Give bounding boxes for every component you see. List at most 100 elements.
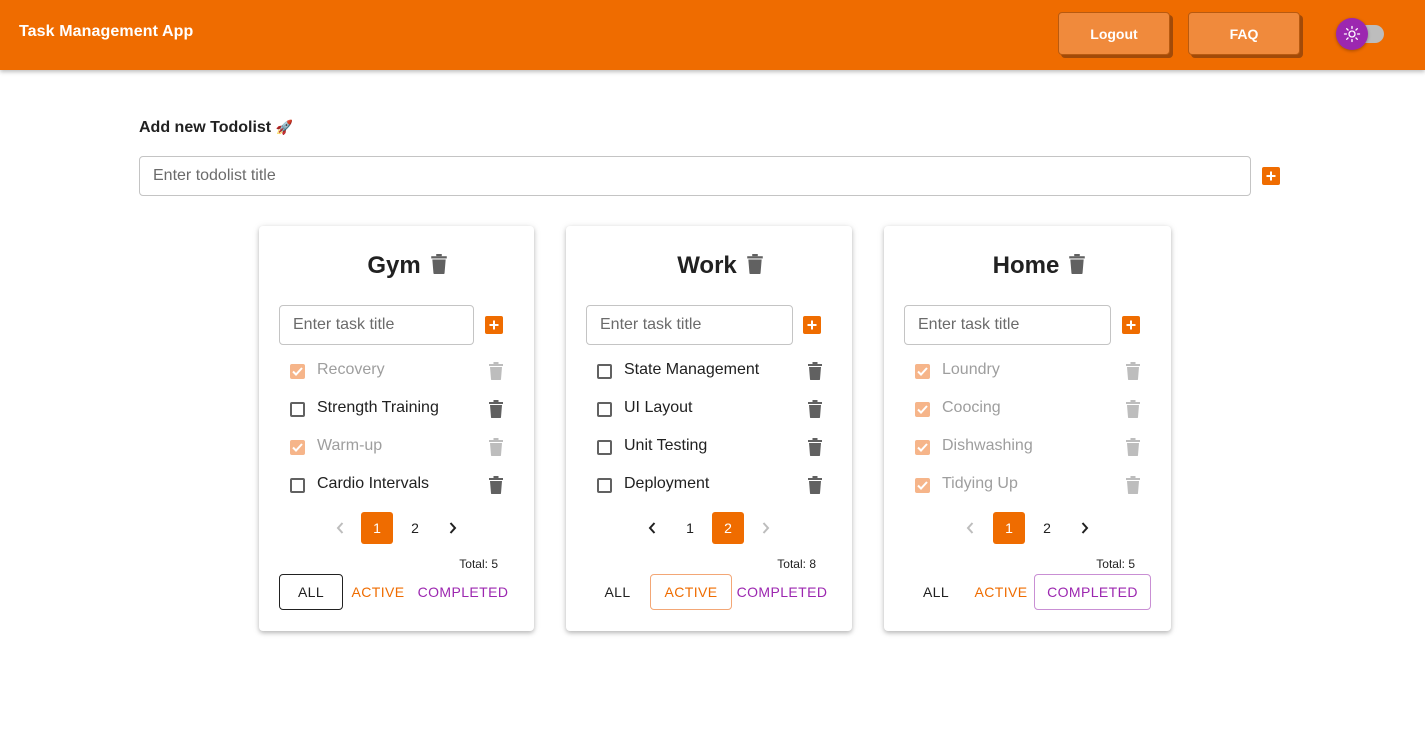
- check-icon: [917, 405, 928, 414]
- filter-completed-button[interactable]: COMPLETED: [414, 574, 512, 610]
- delete-task-button[interactable]: [808, 400, 822, 423]
- trash-icon: [808, 362, 822, 380]
- filter-completed-button[interactable]: COMPLETED: [1034, 574, 1151, 610]
- delete-task-button[interactable]: [489, 476, 503, 499]
- delete-task-button[interactable]: [1126, 476, 1140, 499]
- task-checkbox[interactable]: [597, 440, 612, 455]
- task-title: Unit Testing: [624, 437, 708, 454]
- trash-icon: [808, 400, 822, 418]
- trash-icon: [1126, 476, 1140, 494]
- trash-icon: [489, 438, 503, 456]
- plus-icon: [1126, 320, 1136, 330]
- trash-icon: [747, 253, 763, 274]
- delete-task-button[interactable]: [808, 362, 822, 385]
- task-checkbox[interactable]: [597, 478, 612, 493]
- delete-task-button[interactable]: [1126, 362, 1140, 385]
- delete-todolist-button[interactable]: [747, 253, 763, 279]
- todolist-title: Work: [677, 252, 737, 279]
- pagination-page[interactable]: 1: [993, 512, 1025, 544]
- filter-all-button[interactable]: ALL: [590, 574, 645, 610]
- task-checkbox[interactable]: [915, 402, 930, 417]
- add-task-button[interactable]: [803, 316, 821, 334]
- filter-active-button[interactable]: ACTIVE: [650, 574, 732, 610]
- pagination-page[interactable]: 2: [399, 512, 431, 544]
- delete-todolist-button[interactable]: [430, 253, 447, 279]
- logout-button[interactable]: Logout: [1058, 12, 1170, 55]
- task-title: Strength Training: [317, 399, 439, 416]
- trash-icon: [1126, 362, 1140, 380]
- task-checkbox[interactable]: [597, 402, 612, 417]
- filter-all-button[interactable]: ALL: [279, 574, 343, 610]
- chevron-left-icon: [966, 522, 974, 534]
- trash-icon: [430, 253, 447, 274]
- filter-completed-button[interactable]: COMPLETED: [735, 574, 829, 610]
- pagination-prev[interactable]: [636, 512, 668, 544]
- filter-active-button[interactable]: ACTIVE: [967, 574, 1035, 610]
- rocket-emoji: 🚀: [275, 119, 294, 135]
- add-todolist-heading-text: Add new Todolist: [139, 119, 272, 136]
- delete-task-button[interactable]: [489, 438, 503, 461]
- check-icon: [917, 367, 928, 376]
- task-checkbox[interactable]: [290, 402, 305, 417]
- todolist-header: Gym: [347, 252, 467, 280]
- pagination-next[interactable]: [437, 512, 469, 544]
- pagination-page[interactable]: 1: [361, 512, 393, 544]
- todolist-title-input[interactable]: [139, 156, 1251, 196]
- task-title: Deployment: [624, 475, 710, 492]
- delete-task-button[interactable]: [489, 362, 503, 385]
- check-icon: [917, 443, 928, 452]
- todolist-title: Gym: [367, 252, 421, 279]
- pagination-page[interactable]: 2: [712, 512, 744, 544]
- pagination-next[interactable]: [750, 512, 782, 544]
- task-checkbox[interactable]: [915, 364, 930, 379]
- task-title: UI Layout: [624, 399, 693, 416]
- faq-button[interactable]: FAQ: [1188, 12, 1300, 55]
- filter-active-button[interactable]: ACTIVE: [348, 574, 408, 610]
- task-title-input[interactable]: [904, 305, 1111, 345]
- task-checkbox[interactable]: [290, 478, 305, 493]
- task-title-input[interactable]: [279, 305, 474, 345]
- task-checkbox[interactable]: [290, 364, 305, 379]
- trash-icon: [489, 362, 503, 380]
- task-checkbox[interactable]: [915, 478, 930, 493]
- delete-task-button[interactable]: [489, 400, 503, 423]
- task-checkbox[interactable]: [290, 440, 305, 455]
- plus-icon: [1266, 171, 1276, 181]
- filter-all-button[interactable]: ALL: [910, 574, 962, 610]
- task-checkbox[interactable]: [915, 440, 930, 455]
- pagination-page[interactable]: 2: [1031, 512, 1063, 544]
- total-count: Total: 8: [777, 557, 816, 571]
- delete-task-button[interactable]: [1126, 438, 1140, 461]
- trash-icon: [1126, 438, 1140, 456]
- todolist-header: Work: [660, 252, 780, 280]
- trash-icon: [489, 400, 503, 418]
- task-title: Loundry: [942, 361, 1000, 378]
- total-count: Total: 5: [1096, 557, 1135, 571]
- pagination-page[interactable]: 1: [674, 512, 706, 544]
- app-title: Task Management App: [19, 23, 194, 40]
- check-icon: [292, 367, 303, 376]
- pagination-prev[interactable]: [324, 512, 356, 544]
- delete-task-button[interactable]: [808, 438, 822, 461]
- pagination-prev[interactable]: [954, 512, 986, 544]
- task-title-input[interactable]: [586, 305, 793, 345]
- check-icon: [917, 481, 928, 490]
- task-checkbox[interactable]: [597, 364, 612, 379]
- plus-icon: [807, 320, 817, 330]
- delete-task-button[interactable]: [1126, 400, 1140, 423]
- task-title: Tidying Up: [942, 475, 1018, 492]
- trash-icon: [808, 438, 822, 456]
- task-title: Warm-up: [317, 437, 383, 454]
- trash-icon: [1069, 253, 1086, 274]
- toggle-thumb[interactable]: [1336, 18, 1368, 50]
- chevron-right-icon: [449, 522, 457, 534]
- theme-toggle[interactable]: [1336, 17, 1386, 51]
- trash-icon: [1126, 400, 1140, 418]
- add-task-button[interactable]: [1122, 316, 1140, 334]
- add-task-button[interactable]: [485, 316, 503, 334]
- add-todolist-button[interactable]: [1262, 167, 1280, 185]
- delete-task-button[interactable]: [808, 476, 822, 499]
- pagination-next[interactable]: [1069, 512, 1101, 544]
- delete-todolist-button[interactable]: [1069, 253, 1086, 279]
- task-title: Coocing: [942, 399, 1001, 416]
